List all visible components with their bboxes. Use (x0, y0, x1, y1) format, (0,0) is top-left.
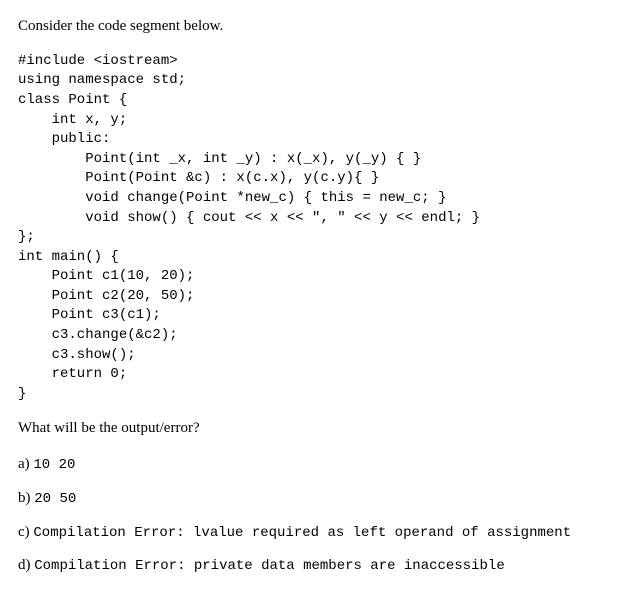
option-d-label: d) (18, 557, 31, 573)
option-c: c) Compilation Error: lvalue required as… (18, 522, 600, 544)
option-a: a) 10 20 (18, 454, 600, 476)
option-a-label: a) (18, 456, 30, 472)
option-b-label: b) (18, 490, 31, 506)
option-a-text: 10 20 (33, 457, 75, 473)
question-text: What will be the output/error? (18, 418, 600, 440)
option-b-text: 20 50 (34, 491, 76, 507)
options-container: a) 10 20 b) 20 50 c) Compilation Error: … (18, 454, 600, 577)
code-segment: #include <iostream> using namespace std;… (18, 52, 600, 405)
option-c-text: Compilation Error: lvalue required as le… (33, 525, 571, 541)
option-d-text: Compilation Error: private data members … (34, 558, 504, 574)
option-d: d) Compilation Error: private data membe… (18, 555, 600, 577)
option-c-label: c) (18, 524, 30, 540)
option-b: b) 20 50 (18, 488, 600, 510)
intro-text: Consider the code segment below. (18, 16, 600, 38)
